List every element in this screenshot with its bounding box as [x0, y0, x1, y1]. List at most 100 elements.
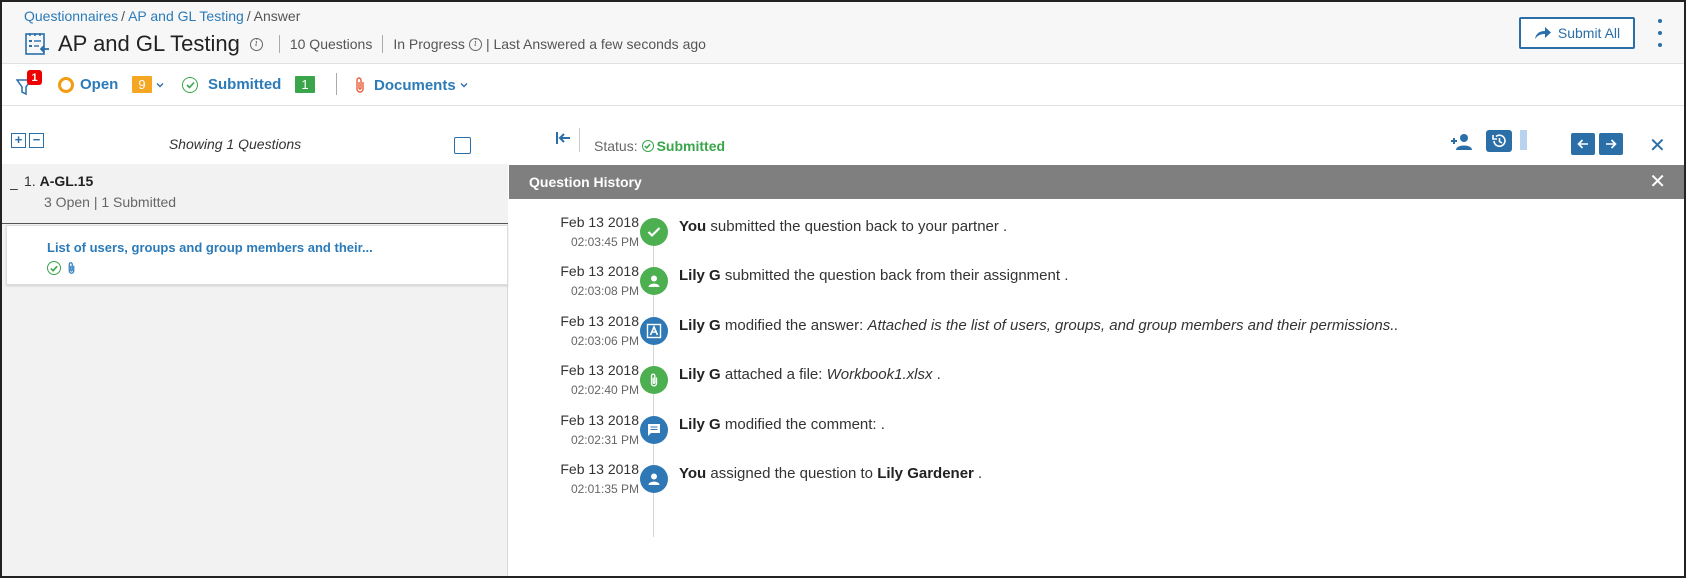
breadcrumb-questionnaires[interactable]: Questionnaires	[24, 8, 118, 24]
page-header: Questionnaires / AP and GL Testing / Answer …	[2, 2, 1684, 64]
submitted-filter[interactable]: Submitted 1	[182, 76, 315, 93]
question-title-link[interactable]: List of users, groups and group members …	[47, 240, 373, 255]
share-arrow-icon	[1534, 27, 1551, 39]
history-entry: Feb 13 2018 02:02:40 PM Lily G attached a …	[509, 351, 1684, 401]
close-history-icon[interactable]: ✕	[1649, 169, 1666, 194]
entry-date: Feb 13 2018	[560, 461, 639, 477]
breadcrumb-separator: /	[246, 8, 251, 24]
entry-tail: .	[973, 465, 983, 482]
questionnaire-status: In Progress	[393, 36, 465, 52]
select-all-checkbox[interactable]	[454, 137, 471, 154]
entry-text: You assigned the question to Lily Garden…	[679, 465, 982, 482]
next-question-button[interactable]	[1599, 133, 1623, 155]
title-row: AP and GL Testing i 10 Questions In Prog…	[24, 29, 706, 59]
entry-action: submitted the question back from their a…	[720, 267, 1069, 285]
breadcrumb-current: Answer	[253, 8, 301, 24]
arrow-right-icon	[1606, 139, 1617, 149]
entry-text: Lily G modified the comment: .	[679, 416, 885, 433]
assign-user-icon[interactable]	[1450, 133, 1474, 151]
divider	[278, 35, 280, 53]
history-entry: Feb 13 2018 02:02:31 PM Lily G modified th…	[509, 401, 1684, 451]
group-title: 1. A-GL.15	[24, 173, 93, 189]
submitted-label: Submitted	[208, 76, 282, 93]
collapse-panel-icon[interactable]	[555, 130, 571, 146]
submitted-check-icon	[47, 261, 61, 275]
entry-action: modified the comment: .	[720, 415, 885, 433]
entry-actor: Lily G	[679, 316, 721, 334]
open-circle-icon	[58, 76, 74, 93]
documents-dropdown[interactable]: Documents	[354, 76, 468, 94]
entry-text: Lily G attached a file: Workbook1.xlsx .	[679, 366, 941, 383]
showing-count: Showing 1 Questions	[168, 136, 302, 152]
entry-actor: Lily G	[679, 267, 721, 285]
last-answered: | Last Answered a few seconds ago	[485, 36, 706, 52]
documents-label: Documents	[374, 76, 456, 94]
entry-actor: Lily G	[679, 366, 721, 384]
group-number: 1.	[24, 173, 36, 189]
status-label: Status:	[594, 138, 638, 154]
filter-count-badge: 1	[27, 70, 42, 85]
group-id: A-GL.15	[39, 173, 94, 189]
history-entry: Feb 13 2018 02:03:08 PM Lily G submitted t…	[509, 252, 1684, 302]
entry-time: 02:01:35 PM	[570, 482, 639, 496]
entry-time: 02:02:31 PM	[570, 432, 639, 447]
group-collapse-toggle[interactable]: –	[10, 180, 18, 196]
submit-all-button[interactable]: Submit All	[1519, 17, 1635, 49]
entry-date: Feb 13 2018	[560, 312, 639, 329]
entry-time: 02:03:06 PM	[570, 333, 639, 348]
breadcrumb-ap-gl-testing[interactable]: AP and GL Testing	[128, 8, 244, 24]
entry-actor: You	[679, 218, 707, 235]
question-status-icons	[47, 261, 76, 275]
questionnaire-icon	[25, 33, 49, 55]
status-indicator: Status: Submitted	[594, 138, 725, 154]
divider	[382, 35, 384, 53]
chevron-down-icon[interactable]	[156, 81, 164, 89]
previous-question-button[interactable]	[1571, 133, 1595, 155]
entry-action: assigned the question to	[706, 465, 878, 482]
entry-actor: You	[679, 465, 707, 482]
submit-all-label: Submit All	[1557, 25, 1621, 41]
entry-date: Feb 13 2018	[560, 411, 639, 428]
chevron-down-icon	[460, 83, 468, 88]
question-history-header: Question History ✕	[509, 165, 1684, 199]
status-value-text: Submitted	[656, 138, 726, 154]
status-value: Submitted	[641, 138, 726, 154]
attachment-icon	[68, 262, 75, 274]
breadcrumb: Questionnaires / AP and GL Testing / Answer	[24, 8, 300, 24]
close-detail-icon[interactable]: ✕	[1649, 133, 1666, 158]
entry-time: 02:03:08 PM	[570, 284, 639, 299]
info-icon[interactable]: i	[249, 37, 263, 51]
group-summary: 3 Open | 1 Submitted	[44, 194, 177, 210]
entry-date: Feb 13 2018	[560, 263, 639, 280]
open-count-badge: 9	[132, 76, 152, 93]
question-detail-toolbar: Status: Submitted ✕	[509, 106, 1684, 164]
paperclip-icon	[356, 77, 364, 93]
entry-detail: Attached is the list of users, groups, a…	[867, 316, 1399, 334]
entry-detail: Workbook1.xlsx	[826, 366, 933, 384]
check-circle-icon	[641, 140, 654, 152]
breadcrumb-separator: /	[121, 8, 126, 24]
questions-count: 10 Questions	[289, 36, 373, 52]
entry-date: Feb 13 2018	[560, 214, 639, 230]
submitted-count-badge: 1	[295, 76, 315, 93]
entry-text: Lily G submitted the question back from …	[679, 267, 1068, 284]
check-icon	[640, 218, 668, 246]
history-timeline: Feb 13 2018 02:03:45 PM You submitted the …	[509, 199, 1684, 576]
entry-time: 02:02:40 PM	[570, 383, 639, 398]
entry-actor: Lily G	[679, 415, 721, 433]
history-icon	[1492, 134, 1506, 147]
question-group[interactable]: – 1. A-GL.15 3 Open | 1 Submitted	[2, 164, 508, 224]
question-list-panel: + − Showing 1 Questions – 1. A-GL.15 3 O…	[2, 106, 508, 576]
filter-bar: 1 Open 9 Submitted 1 Documents	[2, 64, 1684, 106]
entry-tail: .	[932, 366, 941, 384]
history-button[interactable]	[1486, 130, 1512, 152]
header-meta: 10 Questions In Progress i | Last Answer…	[269, 35, 706, 53]
status-info-icon[interactable]: i	[468, 37, 482, 51]
entry-action: submitted the question back to your part…	[706, 218, 1008, 235]
divider	[579, 128, 580, 152]
open-filter[interactable]: Open 9	[58, 76, 164, 93]
selection-indicator	[1520, 130, 1527, 150]
more-options-icon[interactable]	[1654, 19, 1666, 47]
question-item[interactable]: List of users, groups and group members …	[6, 225, 508, 285]
entry-action: modified the answer:	[720, 316, 868, 334]
